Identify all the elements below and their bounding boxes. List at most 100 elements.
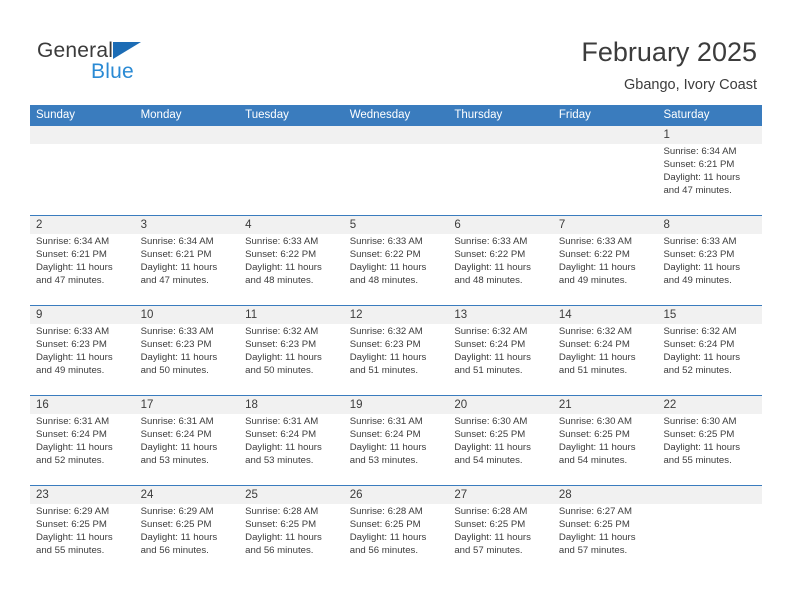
- day-number: 18: [245, 399, 258, 411]
- week-row: 2 Sunrise: 6:34 AM Sunset: 6:21 PM Dayli…: [30, 216, 762, 306]
- day-cell[interactable]: [657, 486, 762, 576]
- day-cell[interactable]: 16 Sunrise: 6:31 AM Sunset: 6:24 PM Dayl…: [30, 396, 135, 485]
- day-number: 21: [558, 399, 572, 411]
- day-cell[interactable]: [448, 126, 553, 215]
- day-cell[interactable]: [553, 126, 658, 215]
- day-cell[interactable]: [239, 126, 344, 215]
- day-cell[interactable]: 9 Sunrise: 6:33 AM Sunset: 6:23 PM Dayli…: [30, 306, 135, 395]
- sunrise-text: Sunrise: 6:33 AM: [245, 236, 319, 247]
- calendar-grid: Sunday Monday Tuesday Wednesday Thursday…: [30, 105, 762, 576]
- day-cell[interactable]: 27 Sunrise: 6:28 AM Sunset: 6:25 PM Dayl…: [448, 486, 553, 576]
- sunset-text: Sunset: 6:22 PM: [245, 248, 317, 260]
- week-row: 9 Sunrise: 6:33 AM Sunset: 6:23 PM Dayli…: [30, 306, 762, 396]
- sunset-text: Sunset: 6:24 PM: [140, 428, 212, 440]
- general-blue-logo[interactable]: General Blue: [37, 39, 167, 87]
- day-info: Sunrise: 6:32 AM Sunset: 6:24 PM Dayligh…: [454, 326, 548, 378]
- daylight-text: Daylight: 11 hours and 56 minutes.: [245, 531, 322, 556]
- day-info: Sunrise: 6:31 AM Sunset: 6:24 PM Dayligh…: [350, 416, 444, 468]
- day-cell[interactable]: 22 Sunrise: 6:30 AM Sunset: 6:25 PM Dayl…: [657, 396, 762, 485]
- day-info: Sunrise: 6:32 AM Sunset: 6:24 PM Dayligh…: [559, 326, 653, 378]
- day-info: Sunrise: 6:30 AM Sunset: 6:25 PM Dayligh…: [663, 416, 757, 468]
- week-row: 1 Sunrise: 6:34 AM Sunset: 6:21 PM Dayli…: [30, 126, 762, 216]
- day-cell[interactable]: 20 Sunrise: 6:30 AM Sunset: 6:25 PM Dayl…: [448, 396, 553, 485]
- sunrise-text: Sunrise: 6:28 AM: [349, 506, 423, 517]
- day-cell[interactable]: 18 Sunrise: 6:31 AM Sunset: 6:24 PM Dayl…: [239, 396, 344, 485]
- day-cell[interactable]: 10 Sunrise: 6:33 AM Sunset: 6:23 PM Dayl…: [135, 306, 240, 395]
- daylight-text: Daylight: 11 hours and 53 minutes.: [349, 441, 427, 466]
- sunrise-text: Sunrise: 6:30 AM: [454, 416, 528, 427]
- day-cell[interactable]: 12 Sunrise: 6:32 AM Sunset: 6:23 PM Dayl…: [344, 306, 449, 395]
- sunset-text: Sunset: 6:23 PM: [245, 338, 317, 350]
- daylight-text: Daylight: 11 hours and 47 minutes.: [36, 261, 113, 286]
- daylight-text: Daylight: 11 hours and 52 minutes.: [36, 441, 113, 466]
- day-cell[interactable]: 2 Sunrise: 6:34 AM Sunset: 6:21 PM Dayli…: [30, 216, 135, 305]
- day-cell[interactable]: 24 Sunrise: 6:29 AM Sunset: 6:25 PM Dayl…: [135, 486, 240, 576]
- day-cell[interactable]: 8 Sunrise: 6:33 AM Sunset: 6:23 PM Dayli…: [657, 216, 762, 305]
- daylight-text: Daylight: 11 hours and 51 minutes.: [558, 351, 636, 376]
- daylight-text: Daylight: 11 hours and 55 minutes.: [663, 441, 741, 466]
- day-cell[interactable]: 25 Sunrise: 6:28 AM Sunset: 6:25 PM Dayl…: [239, 486, 344, 576]
- weekday-header-tuesday: Tuesday: [245, 109, 289, 121]
- sunrise-text: Sunrise: 6:31 AM: [245, 416, 319, 427]
- day-cell[interactable]: 11 Sunrise: 6:32 AM Sunset: 6:23 PM Dayl…: [239, 306, 344, 395]
- day-cell[interactable]: [30, 126, 135, 215]
- sunrise-text: Sunrise: 6:32 AM: [245, 326, 319, 337]
- sunrise-text: Sunrise: 6:29 AM: [140, 506, 214, 517]
- day-number: 14: [558, 309, 572, 321]
- daylight-text: Daylight: 11 hours and 49 minutes.: [558, 261, 636, 286]
- day-cell[interactable]: [135, 126, 240, 215]
- day-cell[interactable]: 7 Sunrise: 6:33 AM Sunset: 6:22 PM Dayli…: [553, 216, 658, 305]
- day-number: 5: [349, 219, 357, 231]
- day-number: 2: [36, 219, 43, 231]
- day-cell[interactable]: 6 Sunrise: 6:33 AM Sunset: 6:22 PM Dayli…: [448, 216, 553, 305]
- day-info: Sunrise: 6:33 AM Sunset: 6:22 PM Dayligh…: [350, 236, 444, 288]
- sunset-text: Sunset: 6:24 PM: [558, 338, 630, 350]
- weekday-header-wednesday: Wednesday: [349, 109, 411, 121]
- day-cell[interactable]: 4 Sunrise: 6:33 AM Sunset: 6:22 PM Dayli…: [239, 216, 344, 305]
- sunrise-text: Sunrise: 6:31 AM: [140, 416, 214, 427]
- sunset-text: Sunset: 6:24 PM: [245, 428, 317, 440]
- day-info: Sunrise: 6:27 AM Sunset: 6:25 PM Dayligh…: [559, 506, 653, 558]
- sunset-text: Sunset: 6:25 PM: [558, 428, 630, 440]
- day-cell[interactable]: 21 Sunrise: 6:30 AM Sunset: 6:25 PM Dayl…: [553, 396, 658, 485]
- sunrise-text: Sunrise: 6:34 AM: [663, 146, 737, 157]
- day-cell[interactable]: 15 Sunrise: 6:32 AM Sunset: 6:24 PM Dayl…: [657, 306, 762, 395]
- day-cell[interactable]: 14 Sunrise: 6:32 AM Sunset: 6:24 PM Dayl…: [553, 306, 658, 395]
- day-info: Sunrise: 6:28 AM Sunset: 6:25 PM Dayligh…: [350, 506, 444, 558]
- sunset-text: Sunset: 6:22 PM: [349, 248, 421, 260]
- day-cell[interactable]: 23 Sunrise: 6:29 AM Sunset: 6:25 PM Dayl…: [30, 486, 135, 576]
- sunset-text: Sunset: 6:21 PM: [663, 158, 735, 170]
- day-cell[interactable]: 13 Sunrise: 6:32 AM Sunset: 6:24 PM Dayl…: [448, 306, 553, 395]
- day-cell[interactable]: 3 Sunrise: 6:34 AM Sunset: 6:21 PM Dayli…: [135, 216, 240, 305]
- day-number: 9: [36, 309, 43, 321]
- day-number: 22: [663, 399, 677, 411]
- sunrise-text: Sunrise: 6:33 AM: [36, 326, 110, 337]
- day-info: Sunrise: 6:30 AM Sunset: 6:25 PM Dayligh…: [559, 416, 653, 468]
- day-info: Sunrise: 6:29 AM Sunset: 6:25 PM Dayligh…: [141, 506, 235, 558]
- weekday-header-saturday: Saturday: [663, 109, 710, 121]
- sunset-text: Sunset: 6:25 PM: [36, 518, 107, 530]
- day-number: 28: [558, 489, 572, 501]
- day-cell[interactable]: 28 Sunrise: 6:27 AM Sunset: 6:25 PM Dayl…: [553, 486, 658, 576]
- page-subtitle: Gbango, Ivory Coast: [624, 77, 757, 93]
- day-info: Sunrise: 6:31 AM Sunset: 6:24 PM Dayligh…: [36, 416, 130, 468]
- sunrise-text: Sunrise: 6:33 AM: [558, 236, 632, 247]
- day-cell[interactable]: 19 Sunrise: 6:31 AM Sunset: 6:24 PM Dayl…: [344, 396, 449, 485]
- sunrise-text: Sunrise: 6:29 AM: [36, 506, 110, 517]
- daylight-text: Daylight: 11 hours and 52 minutes.: [663, 351, 741, 376]
- sunset-text: Sunset: 6:25 PM: [454, 428, 526, 440]
- page-title: February 2025: [581, 37, 757, 67]
- sunrise-text: Sunrise: 6:28 AM: [454, 506, 528, 517]
- day-number: 24: [140, 489, 154, 501]
- week-row: 23 Sunrise: 6:29 AM Sunset: 6:25 PM Dayl…: [30, 486, 762, 576]
- day-cell[interactable]: [344, 126, 449, 215]
- day-info: Sunrise: 6:32 AM Sunset: 6:24 PM Dayligh…: [663, 326, 757, 378]
- day-cell[interactable]: 5 Sunrise: 6:33 AM Sunset: 6:22 PM Dayli…: [344, 216, 449, 305]
- daylight-text: Daylight: 11 hours and 54 minutes.: [454, 441, 531, 466]
- day-cell[interactable]: 17 Sunrise: 6:31 AM Sunset: 6:24 PM Dayl…: [135, 396, 240, 485]
- title-block: February 2025 Gbango, Ivory Coast: [581, 36, 757, 95]
- day-cell[interactable]: 26 Sunrise: 6:28 AM Sunset: 6:25 PM Dayl…: [344, 486, 449, 576]
- sunset-text: Sunset: 6:24 PM: [663, 338, 735, 350]
- day-cell[interactable]: 1 Sunrise: 6:34 AM Sunset: 6:21 PM Dayli…: [657, 126, 762, 215]
- day-number: 1: [663, 129, 670, 141]
